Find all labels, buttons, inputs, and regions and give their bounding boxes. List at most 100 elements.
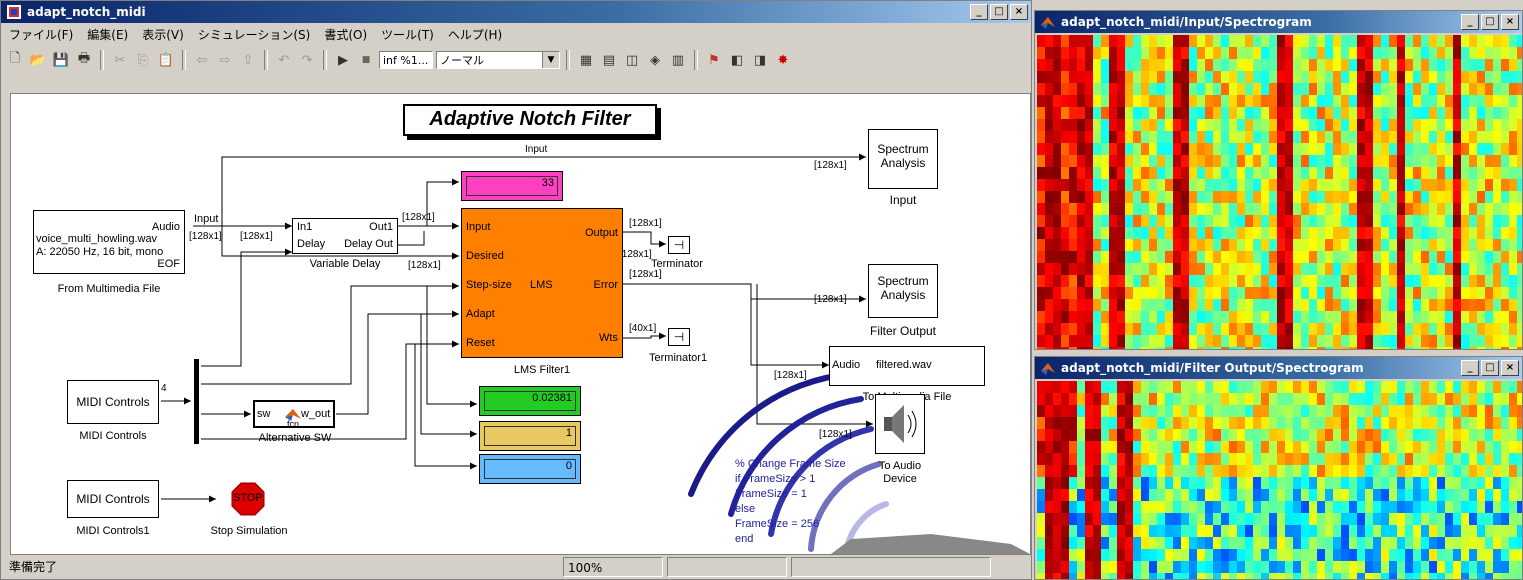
spectrogram-cell xyxy=(1101,59,1109,71)
stop-simulation-icon[interactable]: ■ xyxy=(356,50,376,70)
spectrogram-cell xyxy=(1093,179,1101,191)
spectrum-analysis-output-block[interactable]: Spectrum Analysis xyxy=(868,264,938,318)
spectrogram-cell xyxy=(1461,275,1469,287)
spectrogram-cell xyxy=(1293,83,1301,95)
spectrogram-cell xyxy=(1357,287,1365,299)
simulation-mode-select[interactable]: ノーマル ▼ xyxy=(436,51,560,69)
cut-icon[interactable]: ✂ xyxy=(110,50,130,70)
spectrogram-cell xyxy=(1285,287,1293,299)
maximize-button[interactable]: □ xyxy=(1481,14,1499,30)
to-multimedia-file-block[interactable]: Audio filtered.wav xyxy=(829,346,985,386)
back-icon[interactable]: ⇦ xyxy=(192,50,212,70)
spectrogram-cell xyxy=(1269,251,1277,263)
spectrogram-cell xyxy=(1077,95,1085,107)
spectrogram-output-titlebar[interactable]: adapt_notch_midi/Filter Output/Spectrogr… xyxy=(1035,357,1522,379)
spectrogram-cell xyxy=(1285,71,1293,83)
terminator1-block[interactable]: ⊣ xyxy=(668,328,690,346)
terminator-block[interactable]: ⊣ xyxy=(668,236,690,254)
spectrogram-cell xyxy=(1341,501,1349,513)
spectrogram-cell xyxy=(1181,263,1189,275)
stop-time-input[interactable]: inf %1... xyxy=(379,51,433,69)
midi-controls1-block[interactable]: MIDI Controls xyxy=(67,480,159,518)
spectrogram-cell xyxy=(1501,287,1509,299)
spectrogram-cell xyxy=(1197,477,1205,489)
build-icon[interactable]: ▦ xyxy=(576,50,596,70)
model-canvas[interactable]: Adaptive Notch Filter Input [128x1] [128… xyxy=(10,93,1031,555)
from-multimedia-file-block[interactable]: Audio voice_multi_howling.wav A: 22050 H… xyxy=(33,210,185,274)
spectrogram-cell xyxy=(1269,311,1277,323)
forward-icon[interactable]: ⇨ xyxy=(215,50,235,70)
paste-icon[interactable]: 📋 xyxy=(156,50,176,70)
model-title-box[interactable]: Adaptive Notch Filter xyxy=(403,104,657,136)
to-audio-device-block[interactable] xyxy=(875,394,925,454)
display-block-blue[interactable]: 0 xyxy=(479,454,581,484)
library-browser-icon[interactable]: ◈ xyxy=(645,50,665,70)
print-icon[interactable]: 🖶 xyxy=(74,50,94,70)
spectrogram-cell xyxy=(1317,513,1325,525)
spectrogram-cell xyxy=(1341,263,1349,275)
undo-icon[interactable]: ↶ xyxy=(274,50,294,70)
spectrum-analysis-input-block[interactable]: Spectrum Analysis xyxy=(868,129,938,189)
spectrogram-cell xyxy=(1453,107,1461,119)
target-icon[interactable]: ✸ xyxy=(773,50,793,70)
spectrogram-cell xyxy=(1141,453,1149,465)
spectrogram-cell xyxy=(1301,501,1309,513)
menu-simulation[interactable]: シミュレーション(S) xyxy=(192,25,317,45)
maximize-button[interactable]: □ xyxy=(990,4,1008,20)
up-icon[interactable]: ⇧ xyxy=(238,50,258,70)
spectrogram-cell xyxy=(1469,405,1477,417)
minimize-button[interactable]: _ xyxy=(970,4,988,20)
spectrogram-cell xyxy=(1413,263,1421,275)
spectrogram-cell xyxy=(1101,441,1109,453)
midi-controls-block[interactable]: MIDI Controls xyxy=(67,380,159,424)
start-simulation-icon[interactable]: ▶ xyxy=(333,50,353,70)
spectrogram-cell xyxy=(1397,95,1405,107)
menu-edit[interactable]: 編集(E) xyxy=(81,25,134,45)
menu-tools[interactable]: ツール(T) xyxy=(375,25,440,45)
close-button[interactable]: × xyxy=(1501,14,1519,30)
spectrogram-cell xyxy=(1381,429,1389,441)
display-block-green[interactable]: 0.02381 xyxy=(479,386,581,416)
spectrogram-cell xyxy=(1517,311,1522,323)
spectrogram-cell xyxy=(1405,299,1413,311)
menu-file[interactable]: ファイル(F) xyxy=(3,25,79,45)
minimize-button[interactable]: _ xyxy=(1461,360,1479,376)
spectrogram-cell xyxy=(1501,203,1509,215)
spectrogram-cell xyxy=(1389,203,1397,215)
menu-format[interactable]: 書式(O) xyxy=(318,25,373,45)
spectrogram-cell xyxy=(1365,525,1373,537)
display-block-yellow[interactable]: 1 xyxy=(479,421,581,451)
spectrogram-input-titlebar[interactable]: adapt_notch_midi/Input/Spectrogram _ □ × xyxy=(1035,11,1522,33)
menu-help[interactable]: ヘルプ(H) xyxy=(442,25,508,45)
alternative-sw-block[interactable]: sw w_out fcn xyxy=(253,400,335,429)
frame-size-annotation[interactable]: % Change Frame Size if FrameSize > 1 Fra… xyxy=(735,457,846,547)
model-window-titlebar[interactable]: adapt_notch_midi _ □ × xyxy=(1,1,1031,23)
close-button[interactable]: × xyxy=(1501,360,1519,376)
spectrogram-cell xyxy=(1373,311,1381,323)
spectrogram-cell xyxy=(1053,453,1061,465)
redo-icon[interactable]: ↷ xyxy=(297,50,317,70)
minimize-button[interactable]: _ xyxy=(1461,14,1479,30)
update-diagram-icon[interactable]: ◫ xyxy=(622,50,642,70)
incremental-build-icon[interactable]: ▤ xyxy=(599,50,619,70)
new-icon[interactable]: 🗋 xyxy=(5,50,25,70)
close-button[interactable]: × xyxy=(1010,4,1028,20)
menu-view[interactable]: 表示(V) xyxy=(136,25,190,45)
variable-delay-block[interactable]: In1 Delay Out1 Delay Out xyxy=(292,218,398,254)
maximize-button[interactable]: □ xyxy=(1481,360,1499,376)
spectrogram-cell xyxy=(1269,203,1277,215)
save-icon[interactable]: 💾 xyxy=(51,50,71,70)
debug-icon[interactable]: ⚑ xyxy=(704,50,724,70)
profiler-icon[interactable]: ◧ xyxy=(727,50,747,70)
lms-filter-block[interactable]: Input Desired Step-size Adapt Reset LMS … xyxy=(461,208,623,358)
spectrogram-cell xyxy=(1477,465,1485,477)
spectrogram-cell xyxy=(1373,191,1381,203)
display-block-pink[interactable]: 33 xyxy=(461,171,563,201)
display-icon[interactable]: ◨ xyxy=(750,50,770,70)
open-icon[interactable]: 📂 xyxy=(28,50,48,70)
spectrogram-cell xyxy=(1205,83,1213,95)
spectrogram-cell xyxy=(1453,59,1461,71)
spectrogram-cell xyxy=(1197,429,1205,441)
model-explorer-icon[interactable]: ▥ xyxy=(668,50,688,70)
copy-icon[interactable]: ⎘ xyxy=(133,50,153,70)
